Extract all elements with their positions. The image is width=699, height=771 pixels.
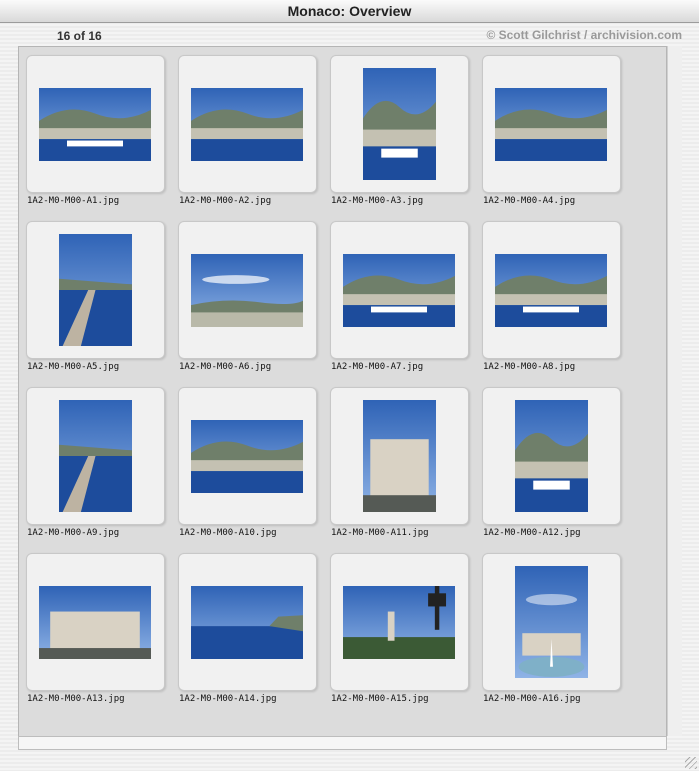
thumbnail-filename: 1A2-M0-M00-A15.jpg	[331, 694, 429, 704]
info-bar: 16 of 16 © Scott Gilchrist / archivision…	[0, 24, 699, 46]
photo-graphic	[363, 68, 436, 180]
thumbnail-filename: 1A2-M0-M00-A16.jpg	[483, 694, 581, 704]
thumbnail-image[interactable]	[343, 586, 455, 659]
thumbnail-image[interactable]	[515, 400, 588, 512]
thumbnail-image[interactable]	[363, 400, 436, 512]
thumbnail-frame[interactable]	[482, 387, 621, 525]
photo-graphic	[191, 254, 303, 327]
thumbnail-frame[interactable]	[26, 221, 165, 359]
resize-grip-icon[interactable]	[685, 757, 697, 769]
photo-graphic	[515, 400, 588, 512]
thumbnail-image[interactable]	[191, 586, 303, 659]
photo-graphic	[495, 254, 607, 327]
thumbnail-image[interactable]	[191, 254, 303, 327]
thumbnail-frame[interactable]	[330, 55, 469, 193]
copyright-credit: © Scott Gilchrist / archivision.com	[486, 28, 682, 42]
thumbnail-frame[interactable]	[26, 387, 165, 525]
thumbnail-filename: 1A2-M0-M00-A6.jpg	[179, 362, 272, 372]
thumbnail-frame[interactable]	[178, 55, 317, 193]
thumbnail-frame[interactable]	[178, 387, 317, 525]
thumbnail-filename: 1A2-M0-M00-A2.jpg	[179, 196, 272, 206]
thumbnail-frame[interactable]	[482, 553, 621, 691]
thumbnail-grid: 1A2-M0-M00-A1.jpg 1A2-M0-M00-A2.jpg 1A2-M0…	[18, 46, 667, 738]
thumbnail-frame[interactable]	[26, 55, 165, 193]
thumbnail-image[interactable]	[191, 420, 303, 493]
thumbnail-filename: 1A2-M0-M00-A14.jpg	[179, 694, 277, 704]
horizontal-scrollbar[interactable]	[18, 736, 667, 750]
thumbnail-filename: 1A2-M0-M00-A12.jpg	[483, 528, 581, 538]
thumbnail-filename: 1A2-M0-M00-A9.jpg	[27, 528, 120, 538]
photo-graphic	[39, 586, 151, 659]
thumbnail-filename: 1A2-M0-M00-A11.jpg	[331, 528, 429, 538]
thumbnail-image[interactable]	[495, 254, 607, 327]
window-title: Monaco: Overview	[287, 3, 412, 19]
thumbnail-frame[interactable]	[482, 221, 621, 359]
photo-graphic	[343, 254, 455, 327]
photo-graphic	[59, 234, 132, 346]
photo-graphic	[343, 586, 455, 659]
thumbnail-image[interactable]	[39, 586, 151, 659]
vertical-scrollbar[interactable]	[667, 46, 682, 736]
thumbnail-image[interactable]	[59, 234, 132, 346]
thumbnail-image[interactable]	[343, 254, 455, 327]
thumbnail-filename: 1A2-M0-M00-A7.jpg	[331, 362, 424, 372]
thumbnail-filename: 1A2-M0-M00-A8.jpg	[483, 362, 576, 372]
thumbnail-image[interactable]	[495, 88, 607, 161]
photo-graphic	[191, 420, 303, 493]
photo-graphic	[191, 586, 303, 659]
window-title-bar[interactable]: Monaco: Overview	[0, 0, 699, 23]
photo-graphic	[39, 88, 151, 161]
image-count: 16 of 16	[57, 29, 102, 43]
thumbnail-filename: 1A2-M0-M00-A13.jpg	[27, 694, 125, 704]
thumbnail-filename: 1A2-M0-M00-A5.jpg	[27, 362, 120, 372]
thumbnail-filename: 1A2-M0-M00-A10.jpg	[179, 528, 277, 538]
thumbnail-frame[interactable]	[178, 221, 317, 359]
thumbnail-image[interactable]	[39, 88, 151, 161]
thumbnail-image[interactable]	[363, 68, 436, 180]
photo-graphic	[363, 400, 436, 512]
photo-graphic	[59, 400, 132, 512]
thumbnail-filename: 1A2-M0-M00-A1.jpg	[27, 196, 120, 206]
thumbnail-frame[interactable]	[482, 55, 621, 193]
thumbnail-filename: 1A2-M0-M00-A4.jpg	[483, 196, 576, 206]
thumbnail-frame[interactable]	[330, 553, 469, 691]
photo-graphic	[515, 566, 588, 678]
thumbnail-filename: 1A2-M0-M00-A3.jpg	[331, 196, 424, 206]
thumbnail-image[interactable]	[59, 400, 132, 512]
thumbnail-frame[interactable]	[330, 387, 469, 525]
thumbnail-image[interactable]	[191, 88, 303, 161]
thumbnail-frame[interactable]	[330, 221, 469, 359]
thumbnail-image[interactable]	[515, 566, 588, 678]
photo-graphic	[191, 88, 303, 161]
photo-graphic	[495, 88, 607, 161]
thumbnail-frame[interactable]	[178, 553, 317, 691]
thumbnail-frame[interactable]	[26, 553, 165, 691]
